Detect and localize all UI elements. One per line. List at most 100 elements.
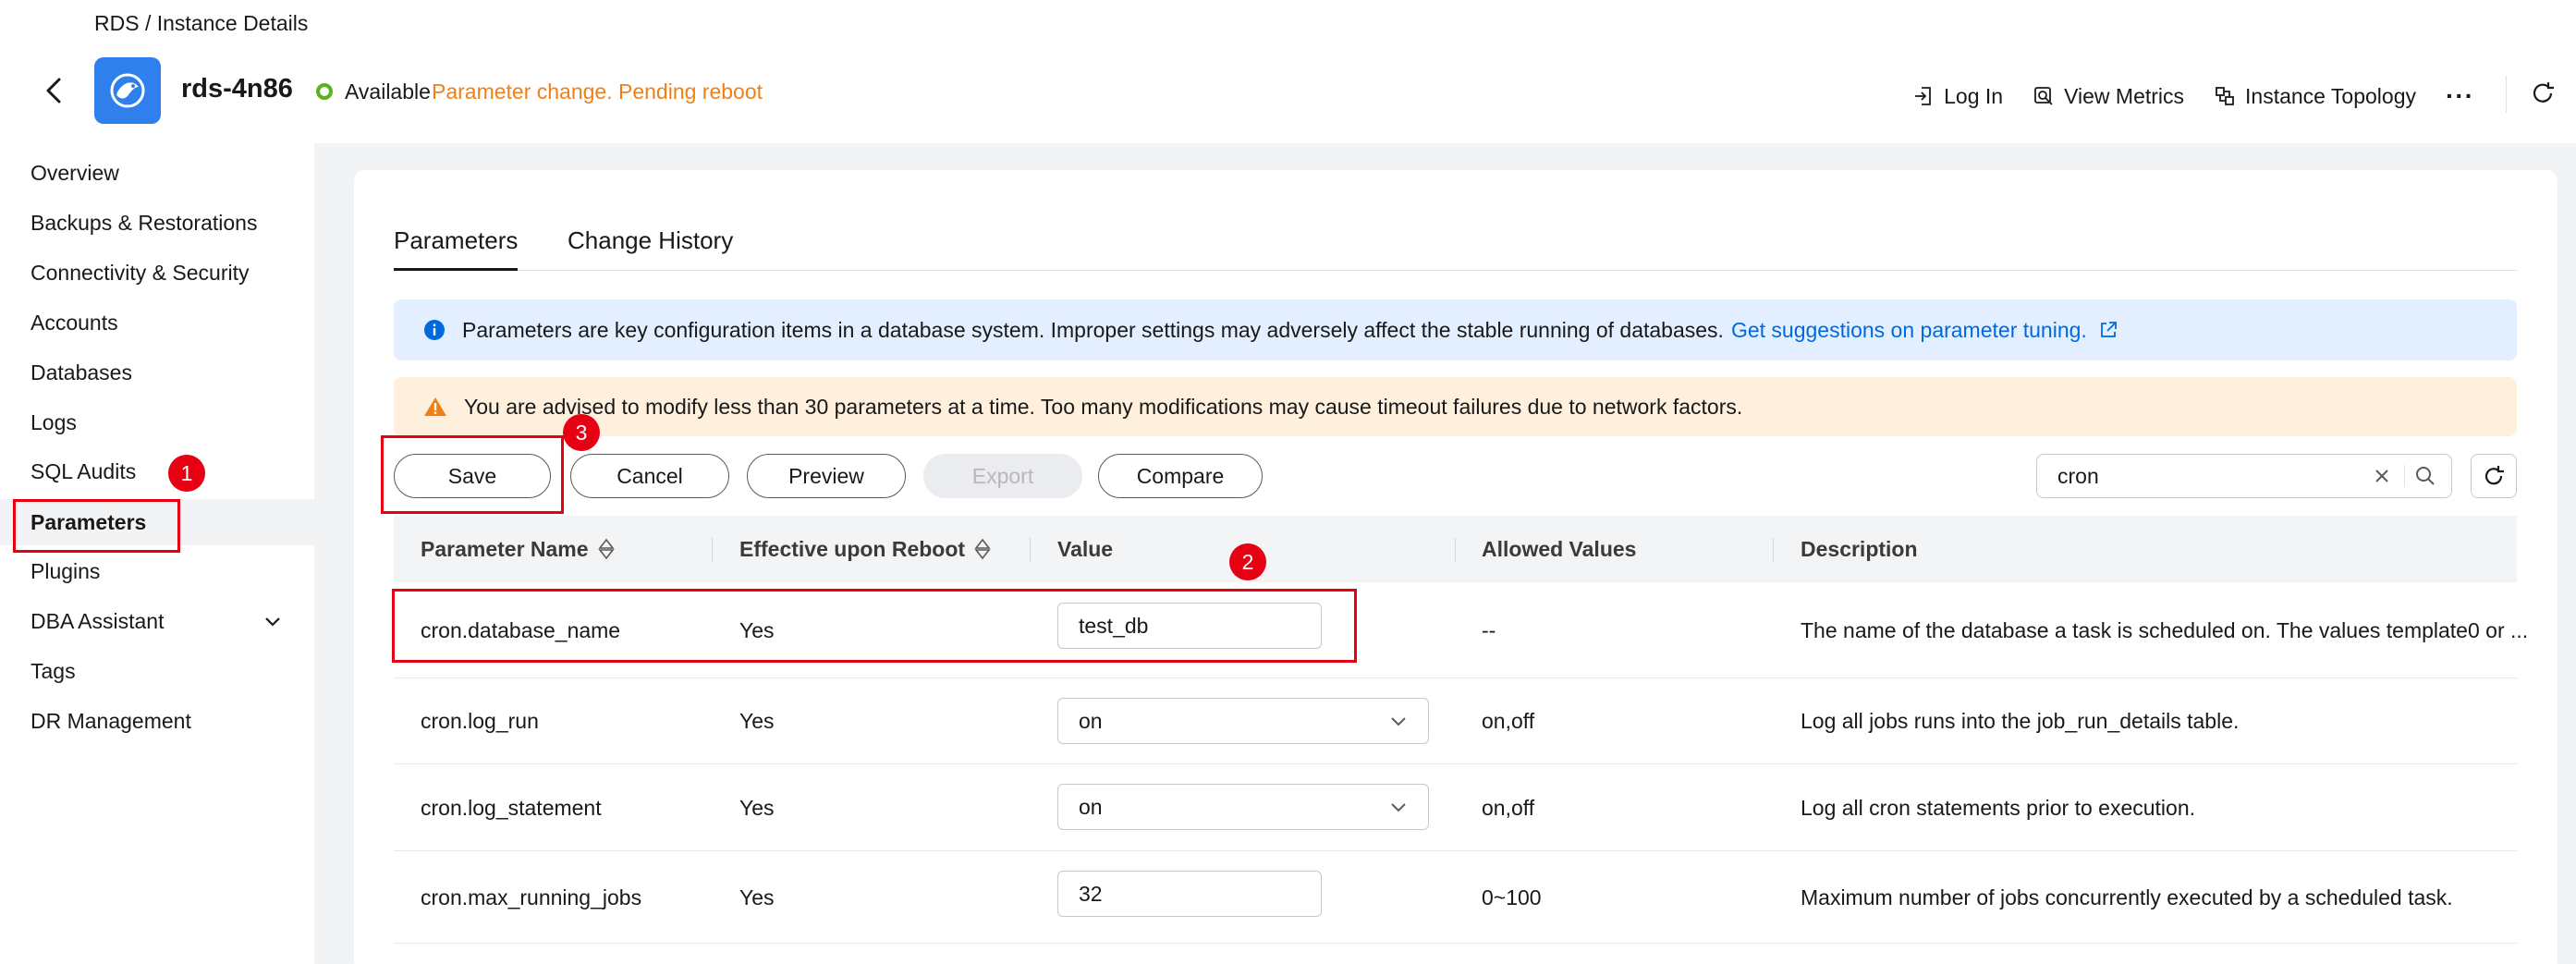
warning-alert: You are advised to modify less than 30 p… — [394, 377, 2517, 436]
sidebar-item-label: Tags — [31, 658, 76, 683]
column-description: Description — [1801, 536, 1918, 561]
sidebar-item-label: Accounts — [31, 310, 118, 335]
cancel-button[interactable]: Cancel — [570, 454, 729, 498]
refresh-icon[interactable] — [2529, 79, 2557, 112]
chevron-down-icon — [1391, 717, 1406, 726]
step-marker-2: 2 — [1229, 543, 1266, 580]
metrics-label: View Metrics — [2064, 83, 2185, 108]
sort-icon[interactable] — [597, 538, 615, 560]
param-description: Log all jobs runs into the job_run_detai… — [1801, 709, 2240, 733]
clear-icon[interactable] — [2373, 467, 2391, 485]
column-divider — [1773, 538, 1774, 562]
step-marker-3: 3 — [563, 414, 600, 451]
tab-change-history[interactable]: Change History — [568, 226, 733, 268]
param-name: cron.log_statement — [421, 795, 602, 820]
search-icon[interactable] — [2414, 465, 2436, 487]
column-divider — [1455, 538, 1456, 562]
param-value-input[interactable]: 32 — [1057, 871, 1322, 917]
highlight-database-name-row — [392, 589, 1357, 663]
instance-topology-button[interactable]: Instance Topology — [2214, 84, 2416, 109]
param-reboot: Yes — [739, 885, 775, 909]
column-allowed-values: Allowed Values — [1482, 536, 1637, 561]
param-reboot: Yes — [739, 709, 775, 733]
search-divider — [2404, 465, 2405, 487]
preview-button[interactable]: Preview — [747, 454, 906, 498]
warning-alert-text: You are advised to modify less than 30 p… — [464, 394, 1743, 419]
page-header: RDS / Instance Details rds-4n86 Availabl… — [0, 0, 2576, 143]
highlight-save — [381, 435, 564, 514]
login-label: Log In — [1944, 83, 2004, 108]
sidebar-item-backups[interactable]: Backups & Restorations — [0, 200, 314, 246]
highlight-parameters — [13, 499, 180, 553]
sidebar-item-overview[interactable]: Overview — [0, 150, 314, 196]
view-metrics-button[interactable]: View Metrics — [2033, 84, 2184, 109]
warning-icon — [424, 397, 446, 416]
sidebar-item-label: Databases — [31, 360, 132, 384]
search-value: cron — [2057, 463, 2099, 488]
column-value: Value — [1057, 536, 1114, 561]
param-allowed: 0~100 — [1482, 885, 1542, 909]
sidebar-item-label: DR Management — [31, 708, 191, 733]
column-label: Effective upon Reboot — [739, 536, 966, 561]
sidebar-item-label: Backups & Restorations — [31, 210, 258, 235]
login-icon — [1915, 87, 1932, 105]
header-actions: Log In View Metrics Instance Topology ··… — [1912, 81, 2474, 111]
tab-bar: Parameters Change History — [394, 226, 2517, 271]
sort-icon[interactable] — [974, 538, 991, 560]
sidebar-item-accounts[interactable]: Accounts — [0, 299, 314, 346]
select-value: on — [1079, 794, 1103, 819]
param-value-select[interactable]: on — [1057, 698, 1429, 744]
info-alert: Parameters are key configuration items i… — [394, 299, 2517, 360]
external-link-icon[interactable] — [2098, 320, 2118, 340]
sidebar-item-logs[interactable]: Logs — [0, 399, 314, 445]
param-name: cron.max_running_jobs — [421, 885, 642, 909]
search-input[interactable]: cron — [2036, 454, 2452, 498]
topology-icon — [2216, 87, 2234, 105]
breadcrumb[interactable]: RDS / Instance Details — [94, 11, 308, 36]
sidebar-item-plugins[interactable]: Plugins — [0, 548, 314, 594]
status-warning-text: Parameter change. Pending reboot — [432, 79, 763, 104]
param-reboot: Yes — [739, 795, 775, 820]
tab-parameters[interactable]: Parameters — [394, 226, 519, 271]
sidebar-item-label: Connectivity & Security — [31, 260, 250, 285]
sidebar-item-connectivity[interactable]: Connectivity & Security — [0, 250, 314, 296]
export-button[interactable]: Export — [923, 454, 1082, 498]
sidebar-item-label: Plugins — [31, 558, 101, 583]
table-header: Parameter Name Effective upon Reboot Val… — [394, 516, 2517, 582]
sidebar-item-dba-assistant[interactable]: DBA Assistant — [0, 598, 314, 644]
metrics-icon — [2034, 87, 2053, 105]
sidebar-item-label: SQL Audits — [31, 458, 137, 483]
info-alert-text: Parameters are key configuration items i… — [462, 317, 2087, 342]
table-row: cron.log_run Yes on on,off Log all jobs … — [394, 678, 2517, 764]
column-divider — [1030, 538, 1031, 562]
param-value-select[interactable]: on — [1057, 784, 1429, 830]
sidebar-item-dr-management[interactable]: DR Management — [0, 698, 314, 744]
param-allowed: on,off — [1482, 795, 1535, 820]
table-row: cron.max_running_jobs Yes 32 0~100 Maxim… — [394, 851, 2517, 944]
table-row: cron.log_statement Yes on on,off Log all… — [394, 764, 2517, 851]
chevron-down-icon — [1391, 803, 1406, 812]
info-icon — [424, 320, 445, 340]
column-divider — [712, 538, 713, 562]
column-effective-reboot[interactable]: Effective upon Reboot — [739, 516, 991, 582]
sidebar-item-databases[interactable]: Databases — [0, 349, 314, 396]
sidebar-item-sql-audits[interactable]: SQL Audits — [0, 448, 314, 494]
topology-label: Instance Topology — [2245, 83, 2417, 108]
parameter-tuning-link[interactable]: Get suggestions on parameter tuning. — [1731, 318, 2087, 342]
login-button[interactable]: Log In — [1912, 84, 2003, 109]
sidebar: Overview Backups & Restorations Connecti… — [0, 143, 314, 964]
param-description: Maximum number of jobs concurrently exec… — [1801, 885, 2453, 909]
status-text: Available — [345, 79, 431, 104]
rds-logo-icon — [94, 57, 161, 124]
header-divider — [2506, 76, 2507, 113]
more-icon[interactable]: ··· — [2446, 81, 2474, 111]
compare-button[interactable]: Compare — [1098, 454, 1263, 498]
param-allowed: on,off — [1482, 709, 1535, 733]
table-refresh-button[interactable] — [2471, 454, 2517, 498]
back-icon[interactable] — [41, 74, 68, 107]
column-parameter-name[interactable]: Parameter Name — [421, 516, 615, 582]
sidebar-item-tags[interactable]: Tags — [0, 648, 314, 694]
instance-name: rds-4n86 — [181, 74, 293, 104]
input-value: 32 — [1079, 881, 1103, 906]
select-value: on — [1079, 708, 1103, 733]
